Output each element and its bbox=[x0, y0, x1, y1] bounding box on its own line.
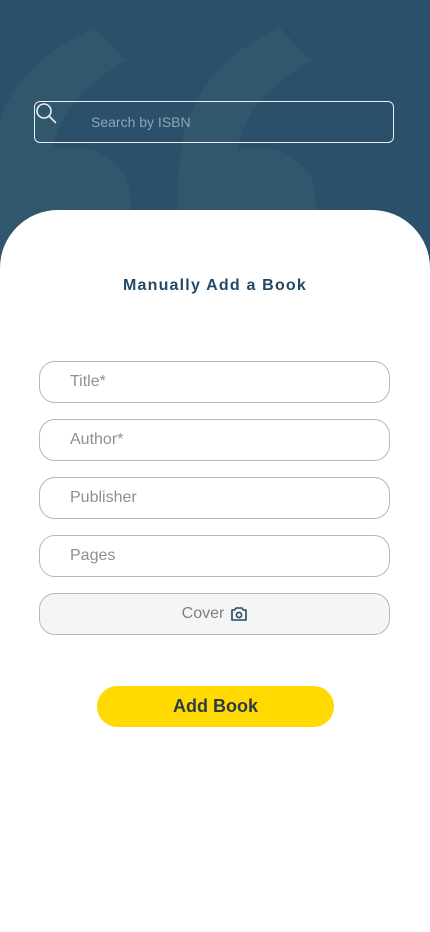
author-input[interactable] bbox=[40, 420, 389, 460]
add-book-screen: Manually Add a Book Cover Add Book bbox=[0, 0, 430, 932]
page-title: Manually Add a Book bbox=[122, 277, 307, 294]
publisher-input[interactable] bbox=[40, 478, 389, 518]
search-icon bbox=[36, 103, 79, 133]
title-field[interactable] bbox=[39, 361, 390, 403]
cover-upload-button[interactable]: Cover bbox=[39, 593, 390, 635]
author-field[interactable] bbox=[39, 419, 390, 461]
add-book-button[interactable]: Add Book bbox=[97, 686, 334, 727]
manual-add-card: Manually Add a Book Cover Add Book bbox=[0, 210, 430, 932]
title-input[interactable] bbox=[40, 362, 389, 402]
camera-icon bbox=[231, 607, 248, 621]
publisher-field[interactable] bbox=[39, 477, 390, 519]
isbn-search-box[interactable] bbox=[34, 101, 394, 143]
cover-label: Cover bbox=[181, 605, 225, 622]
pages-field[interactable] bbox=[39, 535, 390, 577]
pages-input[interactable] bbox=[40, 536, 389, 576]
isbn-search-input[interactable] bbox=[91, 102, 393, 142]
